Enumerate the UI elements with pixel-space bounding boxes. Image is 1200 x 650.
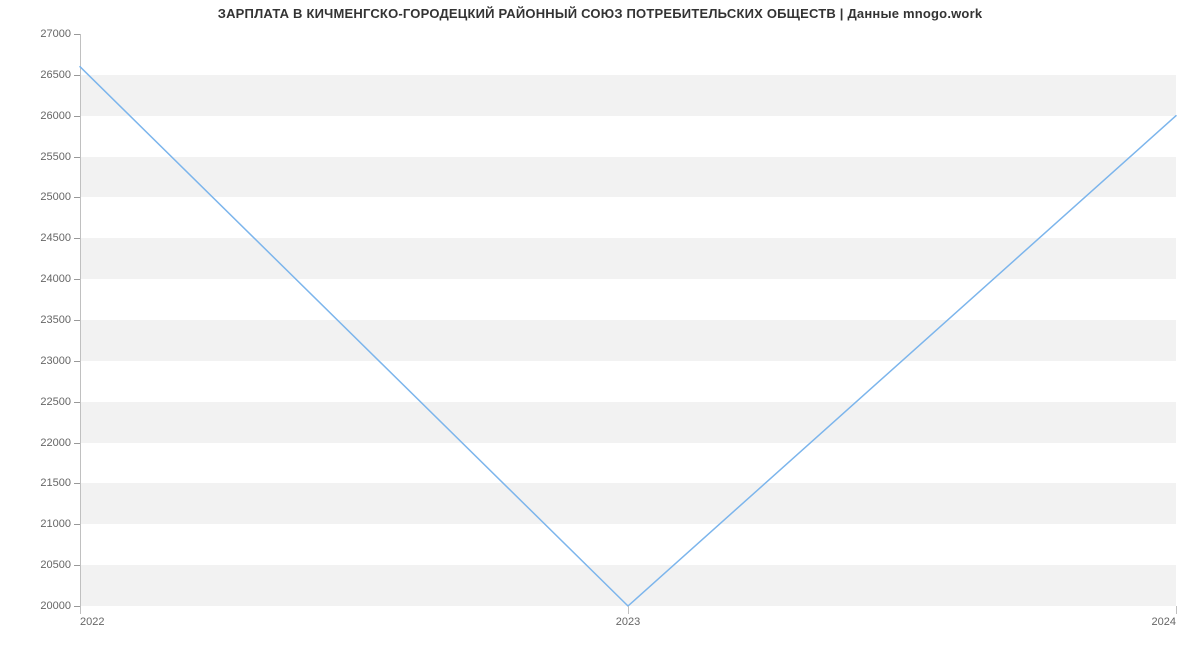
y-tick-label: 22000 [40,437,71,449]
x-tick-label: 2023 [616,616,640,628]
y-tick-label: 25000 [40,191,71,203]
y-tick-label: 27000 [40,28,71,40]
y-tick-label: 23500 [40,314,71,326]
y-tick [74,157,80,158]
y-tick-label: 26000 [40,110,71,122]
y-tick [74,75,80,76]
y-tick [74,565,80,566]
x-tick [628,606,629,614]
y-tick [74,238,80,239]
y-tick-label: 20000 [40,600,71,612]
y-tick-label: 23000 [40,355,71,367]
chart-title: ЗАРПЛАТА В КИЧМЕНГСКО-ГОРОДЕЦКИЙ РАЙОННЫ… [0,6,1200,21]
y-tick-label: 21000 [40,518,71,530]
y-tick [74,443,80,444]
y-tick [74,197,80,198]
x-tick [1176,606,1177,614]
y-tick-label: 25500 [40,151,71,163]
y-tick [74,116,80,117]
x-tick-label: 2022 [80,616,104,628]
chart-container: ЗАРПЛАТА В КИЧМЕНГСКО-ГОРОДЕЦКИЙ РАЙОННЫ… [0,0,1200,650]
y-tick-label: 24500 [40,232,71,244]
y-tick-label: 21500 [40,477,71,489]
y-tick-label: 20500 [40,559,71,571]
y-tick [74,402,80,403]
x-tick [80,606,81,614]
y-tick [74,483,80,484]
plot-area: 2000020500210002150022000225002300023500… [80,34,1176,606]
y-tick-label: 24000 [40,273,71,285]
y-tick [74,320,80,321]
line-series [80,34,1176,606]
y-tick [74,361,80,362]
y-tick-label: 26500 [40,69,71,81]
y-tick [74,279,80,280]
y-tick-label: 22500 [40,396,71,408]
y-tick [74,524,80,525]
y-tick [74,34,80,35]
x-tick-label: 2024 [1152,616,1176,628]
